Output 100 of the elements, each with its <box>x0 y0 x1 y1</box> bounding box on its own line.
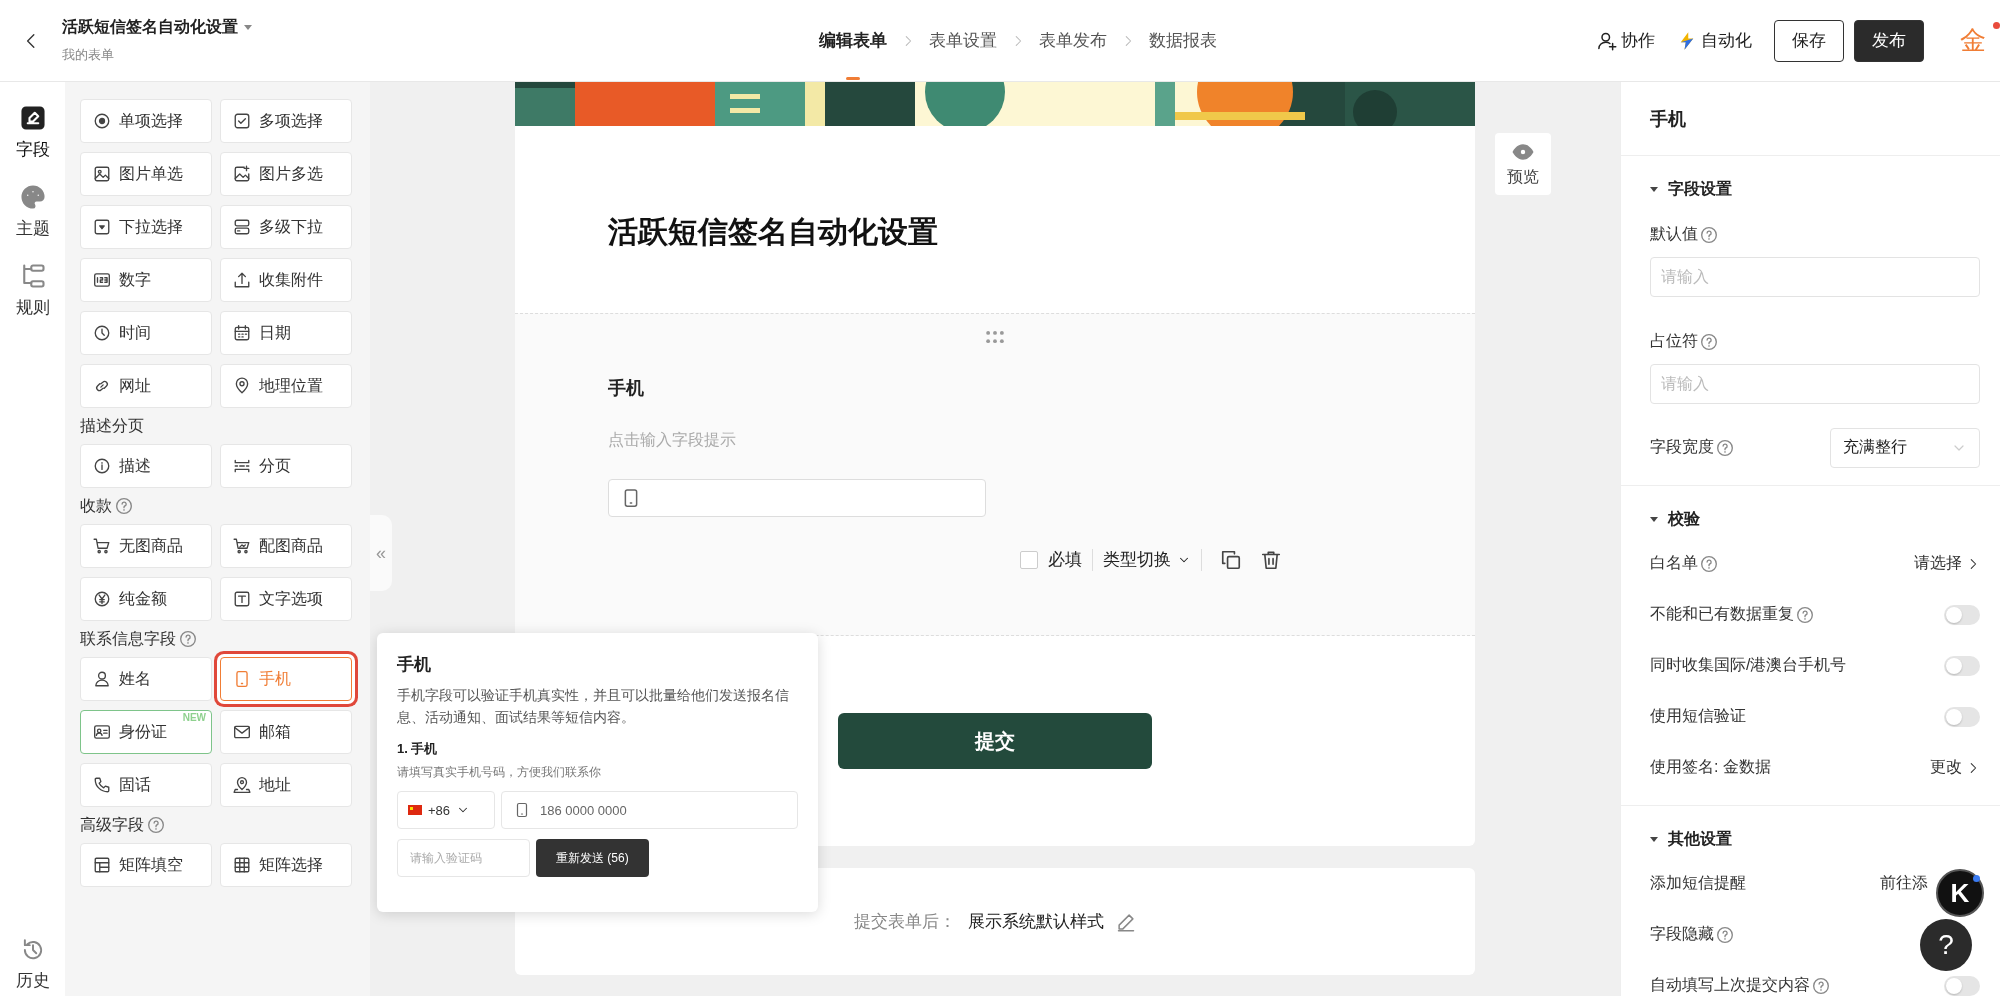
field-type-button[interactable]: 日期 <box>220 311 352 355</box>
rail-tab[interactable]: 规则 <box>15 262 50 319</box>
copy-button[interactable] <box>1220 548 1242 571</box>
field-type-button[interactable]: 图片多选 <box>220 152 352 196</box>
setting-label: 默认值 <box>1650 224 1698 244</box>
number-icon <box>93 271 111 289</box>
mail-icon <box>233 723 251 741</box>
section-toggle[interactable]: 校验 <box>1650 504 1700 534</box>
toggle-switch[interactable] <box>1944 655 1980 676</box>
setting-label: 字段隐藏 <box>1650 924 1714 944</box>
checkbox-label: 必填 <box>1048 549 1082 571</box>
section-toggle[interactable]: 字段设置 <box>1650 174 1732 204</box>
preview-button[interactable]: 预览 <box>1495 133 1551 195</box>
field-label: 手机 <box>608 377 645 400</box>
field-type-button[interactable]: 多项选择 <box>220 99 352 143</box>
sample-label: 1. 手机 <box>397 740 439 758</box>
cart-icon <box>93 537 111 555</box>
collaborate-button[interactable]: 协作 <box>1597 29 1655 52</box>
rail-tab[interactable]: 字段 <box>15 104 50 161</box>
toggle-switch[interactable] <box>1944 706 1980 727</box>
rail-tab[interactable]: 主题 <box>15 183 50 240</box>
field-type-button[interactable]: 矩阵选择 <box>220 843 352 887</box>
step-tab[interactable]: 编辑表单 <box>819 1 887 80</box>
field-type-button[interactable]: 矩阵填空 <box>80 843 212 887</box>
stacked-rows-icon <box>233 218 251 236</box>
section-heading: 高级字段 <box>80 814 144 835</box>
phone-input[interactable] <box>608 479 986 517</box>
cart-icon <box>233 537 251 555</box>
setting-label: 不能和已有数据重复 <box>1650 604 1794 624</box>
dropdown-icon <box>93 218 111 236</box>
field-type-button[interactable]: 无图商品 <box>80 524 212 568</box>
field-type-button[interactable]: 收集附件 <box>220 258 352 302</box>
setting-label: 使用短信验证 <box>1650 706 1746 726</box>
palette-icon <box>18 183 47 211</box>
field-type-button[interactable]: 时间 <box>80 311 212 355</box>
select-link[interactable]: 请选择 <box>1914 553 1980 574</box>
text-icon <box>233 590 251 608</box>
required-checkbox[interactable] <box>1020 550 1038 569</box>
field-type-button[interactable]: 地理位置 <box>220 364 352 408</box>
text-field[interactable]: 请输入 <box>1650 257 1980 297</box>
automation-button[interactable]: 自动化 <box>1677 29 1752 52</box>
field-type-button[interactable]: 描述 <box>80 444 212 488</box>
mobile-phone-icon <box>514 802 530 818</box>
field-type-button[interactable]: 纯金额 <box>80 577 212 621</box>
field-type-button[interactable]: 网址 <box>80 364 212 408</box>
width-select[interactable]: 充满整行 <box>1830 427 1980 468</box>
resend-button[interactable]: 重新发送 (56) <box>536 839 649 877</box>
step-tab[interactable]: 数据报表 <box>1149 1 1217 80</box>
edit-icon[interactable] <box>1116 911 1136 932</box>
setting-label: 自动填写上次提交内容 <box>1650 975 1810 995</box>
setting-label: 使用签名: 金数据 <box>1650 757 1771 777</box>
yen-icon <box>93 590 111 608</box>
add-link[interactable]: 前往添 <box>1880 873 1928 894</box>
country-code-select[interactable]: +86 <box>397 791 495 829</box>
breadcrumb-link[interactable]: 我的表单 <box>62 46 622 64</box>
section-toggle[interactable]: 其他设置 <box>1650 824 1732 854</box>
after-submit-value: 展示系统默认样式 <box>968 911 1104 933</box>
field-type-button[interactable]: 身份证 NEW <box>80 710 212 754</box>
field-type-button[interactable]: 邮箱 <box>220 710 352 754</box>
publish-button[interactable]: 发布 <box>1854 19 1924 62</box>
tooltip-title: 手机 <box>397 654 432 676</box>
code-field[interactable]: 请输入验证码 <box>397 839 530 877</box>
image-icon <box>93 165 111 183</box>
mobile-phone-icon <box>233 670 251 688</box>
field-type-button[interactable]: 图片单选 <box>80 152 212 196</box>
toggle-switch[interactable] <box>1944 604 1980 625</box>
document-icon <box>18 104 47 132</box>
section-heading: 收款 <box>80 495 112 516</box>
field-type-button[interactable]: 配图商品 <box>220 524 352 568</box>
submit-button[interactable]: 提交 <box>838 713 1152 769</box>
field-type-button[interactable]: 分页 <box>220 444 352 488</box>
field-type-button[interactable]: 姓名 <box>80 657 212 701</box>
location-pin-icon <box>233 776 251 794</box>
field-type-button[interactable]: 多级下拉 <box>220 205 352 249</box>
flag-icon <box>408 805 422 815</box>
field-type-button[interactable]: 单项选择 <box>80 99 212 143</box>
history-tab[interactable]: 历史 <box>15 937 50 992</box>
clock-icon <box>93 324 111 342</box>
toggle-switch[interactable] <box>1944 975 1980 996</box>
after-submit-label: 提交表单后： <box>854 911 956 933</box>
setting-label: 占位符 <box>1650 331 1698 351</box>
checkbox-icon <box>233 112 251 130</box>
setting-label: 白名单 <box>1650 553 1698 573</box>
field-type-button[interactable]: 下拉选择 <box>80 205 212 249</box>
select-link[interactable]: 更改 <box>1930 757 1980 778</box>
step-tab[interactable]: 表单发布 <box>1039 1 1107 80</box>
field-type-button[interactable]: 数字 <box>80 258 212 302</box>
calendar-icon <box>233 324 251 342</box>
tooltip-description: 手机字段可以验证手机真实性，并且可以批量给他们发送报名信息、活动通知、面试结果等短信内容。 <box>397 686 790 727</box>
save-button[interactable]: 保存 <box>1774 19 1844 62</box>
info-icon <box>93 457 111 475</box>
type-switch-dropdown[interactable]: 类型切换 <box>1103 548 1191 571</box>
copy-icon <box>1220 548 1242 571</box>
field-type-button[interactable]: 固话 <box>80 763 212 807</box>
field-type-button[interactable]: 地址 <box>220 763 352 807</box>
step-tab[interactable]: 表单设置 <box>929 1 997 80</box>
text-field[interactable]: 请输入 <box>1650 364 1980 404</box>
image-icon <box>233 165 251 183</box>
phone-field[interactable]: 186 0000 0000 <box>501 791 798 829</box>
field-type-button[interactable]: 文字选项 <box>220 577 352 621</box>
